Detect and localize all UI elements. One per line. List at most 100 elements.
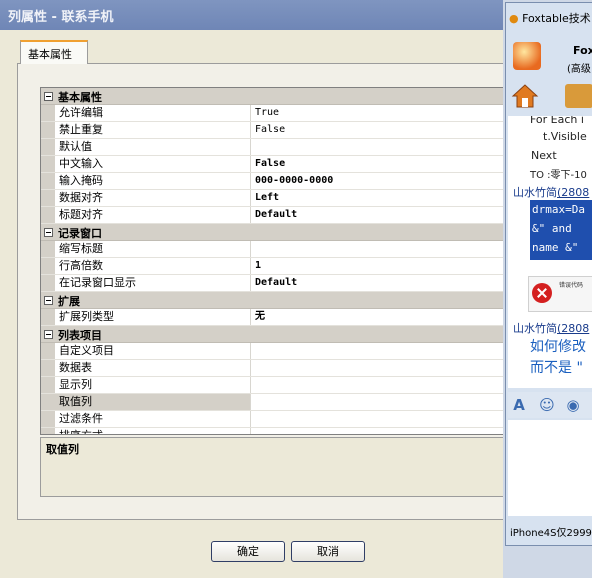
category-row[interactable]: 基本属性: [41, 88, 520, 105]
description-title: 取值列: [46, 443, 79, 456]
row-gutter: [41, 139, 55, 155]
property-name: 排序方式: [55, 428, 251, 434]
chat-sender-name: 山水竹简: [513, 186, 557, 199]
row-gutter: [41, 343, 55, 359]
property-grid: 基本属性 允许编辑 True 禁止重复 False 默认值 中文输入 False 输入掩码 000…: [40, 87, 520, 435]
collapse-toggle-icon[interactable]: [44, 228, 53, 237]
chat-line: Next: [531, 149, 557, 162]
row-gutter: [41, 156, 55, 172]
row-gutter: [41, 105, 55, 121]
property-name: 行高倍数: [55, 258, 251, 274]
row-gutter: [41, 428, 55, 434]
property-row[interactable]: 标题对齐 Default: [41, 207, 520, 224]
chat-group-name: Fox: [573, 44, 592, 57]
property-row[interactable]: 扩展列类型无: [41, 309, 520, 326]
property-name: 扩展列类型: [55, 309, 251, 325]
collapse-toggle-icon[interactable]: [44, 330, 53, 339]
property-value[interactable]: False: [255, 122, 285, 138]
code-line: &" and: [532, 222, 572, 235]
dialog-titlebar[interactable]: 列属性 - 联系手机: [0, 0, 520, 30]
folder-icon[interactable]: [565, 84, 592, 108]
chat-sender-id[interactable]: (2808: [557, 322, 589, 335]
property-row[interactable]: 默认值: [41, 139, 520, 156]
property-name: 数据表: [55, 360, 251, 376]
row-gutter: [41, 275, 55, 291]
category-row[interactable]: 记录窗口: [41, 224, 520, 241]
font-icon[interactable]: A: [510, 396, 528, 414]
chat-sender: 山水竹简(2808: [513, 320, 589, 336]
dialog-title: 列属性 - 联系手机: [8, 10, 114, 25]
chat-sender-id[interactable]: (2808: [557, 186, 589, 199]
row-gutter: [41, 258, 55, 274]
property-name: 自定义项目: [55, 343, 251, 359]
chat-input[interactable]: [508, 420, 592, 516]
row-gutter: [41, 411, 55, 427]
chat-sender: 山水竹简(2808: [513, 184, 589, 200]
face-icon[interactable]: ◉: [564, 396, 582, 414]
property-row[interactable]: 取值列: [41, 394, 520, 411]
code-line: drmax=Da: [532, 203, 585, 216]
property-row[interactable]: 自定义项目: [41, 343, 520, 360]
property-row[interactable]: 行高倍数 1: [41, 258, 520, 275]
ok-button[interactable]: 确定: [211, 541, 285, 562]
property-row[interactable]: 中文输入 False: [41, 156, 520, 173]
error-screenshot[interactable]: 错误代码: [528, 276, 592, 312]
category-row[interactable]: 列表项目: [41, 326, 520, 343]
property-row[interactable]: 在记录窗口显示 Default: [41, 275, 520, 292]
category-row[interactable]: 扩展: [41, 292, 520, 309]
row-gutter: [41, 309, 55, 325]
property-row[interactable]: 允许编辑 True: [41, 105, 520, 122]
property-name: 在记录窗口显示: [55, 275, 251, 291]
chat-group-sub: (高级: [567, 64, 591, 75]
property-row[interactable]: 缩写标题: [41, 241, 520, 258]
property-name: 禁止重复: [55, 122, 251, 138]
property-row[interactable]: 输入掩码 000-0000-0000: [41, 173, 520, 190]
row-gutter: [41, 173, 55, 189]
error-text: 错误代码: [559, 282, 584, 289]
chat-status-text: iPhone4S仅2999: [510, 528, 592, 539]
home-icon[interactable]: [511, 82, 539, 110]
category-label: 记录窗口: [58, 227, 102, 240]
property-row[interactable]: 显示列: [41, 377, 520, 394]
row-gutter: [41, 377, 55, 393]
category-label: 基本属性: [58, 91, 102, 104]
property-row[interactable]: 禁止重复 False: [41, 122, 520, 139]
property-value[interactable]: Left: [255, 190, 279, 206]
property-row[interactable]: 过滤条件: [41, 411, 520, 428]
chat-line: TO :零下-10: [530, 170, 587, 181]
chat-toolbar: A ☺ ◉: [508, 392, 592, 418]
group-avatar-icon[interactable]: [513, 42, 541, 70]
property-row[interactable]: 数据对齐 Left: [41, 190, 520, 207]
description-panel: 取值列: [40, 437, 520, 497]
property-value[interactable]: 无: [255, 309, 265, 325]
row-gutter: [41, 207, 55, 223]
property-name: 输入掩码: [55, 173, 251, 189]
chat-message-area[interactable]: For Each i t.Visible Next TO :零下-10 山水竹简…: [508, 116, 592, 388]
property-row[interactable]: 排序方式: [41, 428, 520, 434]
property-name: 中文输入: [55, 156, 251, 172]
chat-code-block: drmax=Da &" and name &": [530, 200, 592, 260]
property-name: 显示列: [55, 377, 251, 393]
property-row[interactable]: 数据表: [41, 360, 520, 377]
tab-basic-properties-label: 基本属性: [28, 48, 72, 61]
collapse-toggle-icon[interactable]: [44, 296, 53, 305]
collapse-toggle-icon[interactable]: [44, 92, 53, 101]
property-value[interactable]: False: [255, 156, 285, 172]
row-gutter: [41, 360, 55, 376]
row-gutter: [41, 190, 55, 206]
property-value[interactable]: True: [255, 105, 279, 121]
chat-message: 而不是 ": [530, 360, 583, 376]
row-gutter: [41, 394, 55, 410]
property-value[interactable]: 1: [255, 258, 261, 274]
property-value[interactable]: 000-0000-0000: [255, 173, 333, 189]
property-name: 默认值: [55, 139, 251, 155]
error-icon: [532, 283, 552, 303]
chat-window-title[interactable]: ● Foxtable技术: [509, 10, 591, 26]
emoji-icon[interactable]: ☺: [538, 396, 556, 414]
chat-sender-name: 山水竹简: [513, 322, 557, 335]
property-value[interactable]: Default: [255, 207, 297, 223]
tab-basic-properties[interactable]: 基本属性: [20, 40, 88, 64]
cancel-button[interactable]: 取消: [291, 541, 365, 562]
row-gutter: [41, 122, 55, 138]
property-value[interactable]: Default: [255, 275, 297, 291]
